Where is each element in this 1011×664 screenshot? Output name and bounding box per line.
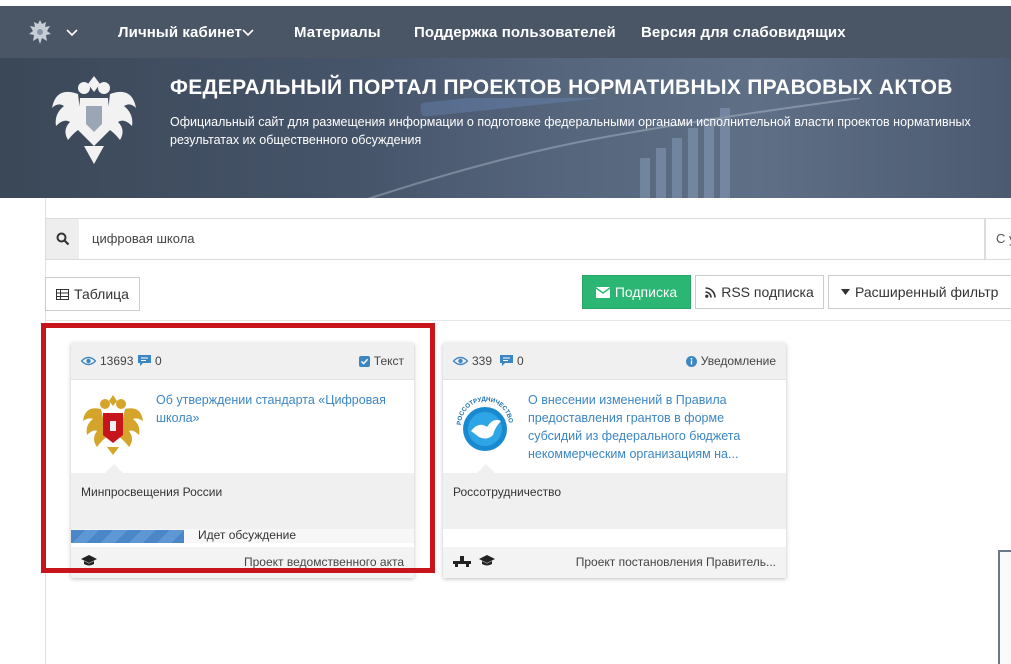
eye-icon — [453, 356, 468, 366]
project-card[interactable]: 13693 0 Текст Об утверждении стандарта «… — [71, 343, 414, 578]
views-stat: 13693 — [81, 354, 133, 368]
card-footer: Проект ведомственного акта — [71, 547, 414, 578]
comments-stat: 0 — [500, 354, 524, 368]
gavel-icon — [453, 556, 471, 567]
portal-subtitle: Официальный сайт для размещения информац… — [170, 113, 1011, 149]
top-nav: Личный кабинет Материалы Поддержка польз… — [0, 6, 1011, 58]
comments-count: 0 — [155, 354, 162, 368]
card-organization: Россотрудничество — [443, 464, 786, 529]
caret-down-icon — [841, 289, 850, 295]
doc-type-label: Уведомление — [700, 354, 776, 368]
views-count: 339 — [472, 354, 493, 368]
rss-subscribe-button[interactable]: RSS подписка — [695, 275, 824, 309]
portal-subtitle-line2: результатах их общественного обсуждения — [170, 133, 422, 147]
portal-subtitle-line1: Официальный сайт для размещения информац… — [170, 115, 971, 129]
doc-type-label: Текст — [373, 354, 404, 368]
comments-count: 0 — [517, 354, 524, 368]
nav-accessibility[interactable]: Версия для слабовидящих — [641, 24, 846, 41]
doc-type: Уведомление — [685, 354, 776, 368]
search-icon — [56, 232, 69, 246]
views-count: 13693 — [100, 354, 134, 368]
advanced-filter-button[interactable]: Расширенный фильтр — [828, 275, 1011, 309]
search-bar: цифровая школа — [45, 218, 985, 260]
header-banner: ФЕДЕРАЛЬНЫЙ ПОРТАЛ ПРОЕКТОВ НОРМАТИВНЫХ … — [0, 58, 1011, 198]
search-button[interactable] — [46, 219, 79, 259]
card-organization: Минпросвещения России — [71, 464, 414, 529]
graduation-cap-icon — [479, 555, 495, 566]
discussion-status: Идет обсуждение — [198, 528, 296, 542]
discussion-progress: Идет обсуждение — [71, 528, 414, 543]
org-pointer — [477, 464, 495, 473]
subscribe-label: Подписка — [614, 284, 678, 300]
doc-type: Текст — [358, 354, 404, 368]
org-pointer — [105, 464, 123, 473]
graduation-cap-icon — [81, 555, 97, 566]
project-card[interactable]: 339 0 Уведомление РОССОТРУДНИЧЕСТВО О вн… — [443, 343, 786, 578]
progress-bar-fill — [71, 530, 185, 543]
advanced-filter-label: Расширенный фильтр — [855, 284, 999, 300]
nav-support[interactable]: Поддержка пользователей — [414, 24, 616, 41]
comment-icon — [138, 355, 151, 366]
rossotrudnichestvo-logo: РОССОТРУДНИЧЕСТВО — [456, 396, 514, 451]
footer-icons — [81, 555, 97, 567]
card-header: 13693 0 Текст — [71, 343, 414, 380]
content-left-border — [45, 198, 46, 664]
toolbar-divider — [45, 320, 1011, 321]
comments-stat: 0 — [138, 354, 162, 368]
organization-name: Россотрудничество — [453, 485, 561, 499]
eye-icon — [81, 356, 96, 366]
table-view-button[interactable]: Таблица — [45, 277, 140, 311]
comment-icon — [500, 355, 513, 366]
chevron-down-icon[interactable] — [242, 26, 254, 38]
overlapping-window-edge — [998, 550, 1011, 664]
ministry-emblem-logo — [83, 395, 143, 455]
subscribe-button[interactable]: Подписка — [582, 275, 691, 309]
emblem-icon[interactable] — [26, 18, 54, 46]
nav-personal-account[interactable]: Личный кабинет — [118, 24, 242, 41]
info-icon — [685, 355, 697, 367]
coat-of-arms-logo[interactable] — [48, 68, 140, 168]
project-kind: Проект ведомственного акта — [244, 555, 404, 569]
chevron-down-icon[interactable] — [66, 26, 78, 38]
views-stat: 339 — [453, 354, 492, 368]
date-filter-field[interactable]: С у — [985, 218, 1011, 260]
card-footer: Проект постановления Правитель... — [443, 547, 786, 578]
portal-title: ФЕДЕРАЛЬНЫЙ ПОРТАЛ ПРОЕКТОВ НОРМАТИВНЫХ … — [170, 76, 953, 99]
project-title-link[interactable]: О внесении изменений в Правила предостав… — [528, 391, 778, 463]
main-content: цифровая школа С у Таблица Подписка RSS … — [0, 198, 1011, 664]
footer-icons — [453, 555, 495, 567]
search-input[interactable]: цифровая школа — [92, 219, 195, 259]
project-title-link[interactable]: Об утверждении стандарта «Цифровая школа… — [156, 391, 406, 427]
table-icon — [56, 288, 70, 300]
nav-materials[interactable]: Материалы — [294, 24, 381, 41]
table-view-label: Таблица — [74, 286, 129, 302]
envelope-icon — [595, 286, 610, 298]
organization-name: Минпросвещения России — [81, 485, 223, 499]
rss-icon — [705, 286, 717, 298]
card-header: 339 0 Уведомление — [443, 343, 786, 380]
project-kind: Проект постановления Правитель... — [575, 555, 776, 569]
checkbox-icon — [358, 355, 370, 367]
rss-label: RSS подписка — [721, 284, 814, 300]
